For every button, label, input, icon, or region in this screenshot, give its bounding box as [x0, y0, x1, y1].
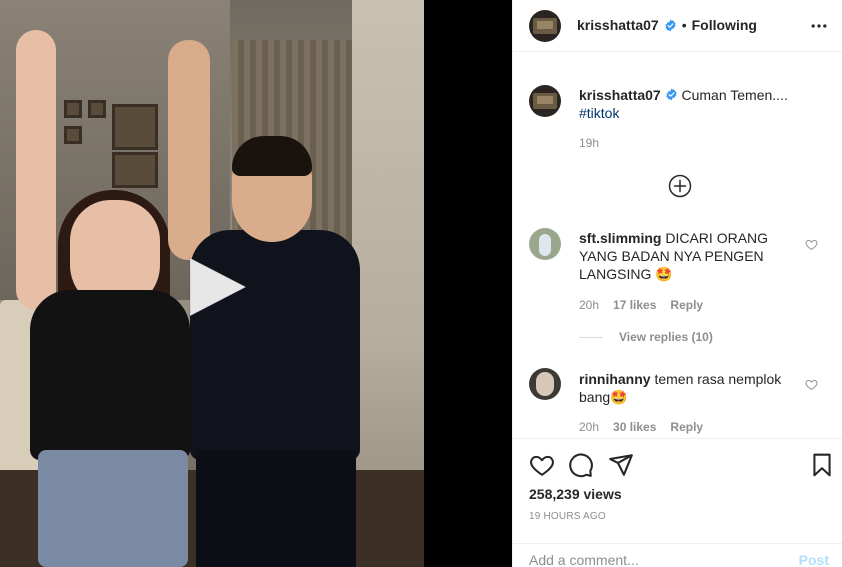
heart-icon[interactable]	[529, 452, 555, 478]
more-options-icon[interactable]	[809, 16, 829, 36]
caption-text: Cuman Temen....	[681, 87, 788, 103]
comment-username[interactable]: rinnihanny	[579, 371, 651, 387]
comment-time: 20h	[579, 420, 600, 434]
view-replies-line	[579, 336, 603, 338]
caption-username[interactable]: krisshatta07	[579, 87, 661, 103]
avatar-image	[539, 234, 551, 256]
video-frame[interactable]	[0, 0, 424, 567]
post-comment-button[interactable]: Post	[799, 552, 829, 567]
comment-username[interactable]: sft.slimming	[579, 230, 661, 246]
comment-like-heart-icon[interactable]	[805, 238, 818, 251]
caption: krisshatta07 Cuman Temen.... #tiktok	[579, 86, 829, 122]
comment-text-line: DICARI ORANG	[665, 230, 769, 246]
caption-time: 19h	[579, 136, 600, 150]
caption-hashtag[interactable]: #tiktok	[579, 105, 619, 121]
post-timestamp[interactable]: 19 HOURS AGO	[529, 511, 606, 522]
comment-input[interactable]	[529, 552, 779, 567]
video-person-arm	[168, 40, 210, 260]
verified-badge-icon	[665, 19, 676, 31]
comment-text-line: LANGSING 🤩	[579, 266, 673, 282]
comment-bubble-icon[interactable]	[568, 452, 594, 478]
video-person-shirt	[30, 290, 190, 460]
comment-avatar[interactable]	[529, 368, 561, 400]
plus-circle-icon[interactable]	[668, 174, 692, 198]
comment-reply-button[interactable]: Reply	[670, 420, 703, 434]
header-separator: •	[681, 17, 687, 33]
comment-reply-button[interactable]: Reply	[670, 298, 703, 312]
view-count[interactable]: 258,239 views	[529, 486, 622, 502]
view-replies-button[interactable]: View replies (10)	[579, 330, 713, 344]
comment-time: 20h	[579, 298, 600, 312]
comment-text-line: temen rasa nemplok	[654, 371, 782, 387]
post-header: krisshatta07 • Following	[513, 0, 842, 52]
video-person-pants	[196, 450, 356, 567]
comment-body: rinnihanny temen rasa nemplok bang🤩	[579, 370, 801, 406]
video-person-jeans	[38, 450, 188, 567]
play-icon[interactable]	[182, 252, 252, 322]
post-panel: krisshatta07 • Following krisshatta07 Cu…	[512, 0, 842, 567]
comment-text-line: YANG BADAN NYA PENGEN	[579, 248, 764, 264]
comment-like-heart-icon[interactable]	[805, 378, 818, 391]
caption-avatar[interactable]	[529, 85, 561, 117]
video-scene-frame	[64, 100, 82, 118]
view-replies-label: View replies (10)	[619, 330, 713, 344]
author-avatar[interactable]	[529, 10, 561, 42]
video-scene-frame	[112, 152, 158, 188]
header-author-row: krisshatta07 • Following	[577, 17, 757, 33]
avatar-image-detail	[537, 21, 553, 29]
comment-meta: 20h 17 likes Reply	[579, 298, 703, 312]
following-button[interactable]: Following	[692, 17, 757, 33]
video-scene-frame	[112, 104, 158, 150]
comments-list[interactable]: krisshatta07 Cuman Temen.... #tiktok 19h…	[513, 52, 842, 438]
verified-badge-icon	[666, 88, 677, 101]
paper-plane-icon[interactable]	[608, 452, 634, 478]
video-player[interactable]	[0, 0, 512, 567]
avatar-image	[536, 372, 554, 396]
video-scene-frame	[88, 100, 106, 118]
avatar-image-detail	[537, 96, 553, 104]
bookmark-icon[interactable]	[809, 452, 835, 478]
video-scene-frame	[64, 126, 82, 144]
author-username[interactable]: krisshatta07	[577, 17, 659, 33]
comment-avatar[interactable]	[529, 228, 561, 260]
post-actions: 258,239 views 19 HOURS AGO	[513, 438, 842, 530]
add-comment-bar: Post	[513, 543, 842, 567]
comment-text-line: bang🤩	[579, 389, 628, 405]
comment-likes[interactable]: 30 likes	[613, 420, 656, 434]
comment-likes[interactable]: 17 likes	[613, 298, 656, 312]
comment-body: sft.slimming DICARI ORANG YANG BADAN NYA…	[579, 229, 801, 283]
comment-meta: 20h 30 likes Reply	[579, 420, 703, 434]
video-person-arm	[16, 30, 56, 310]
